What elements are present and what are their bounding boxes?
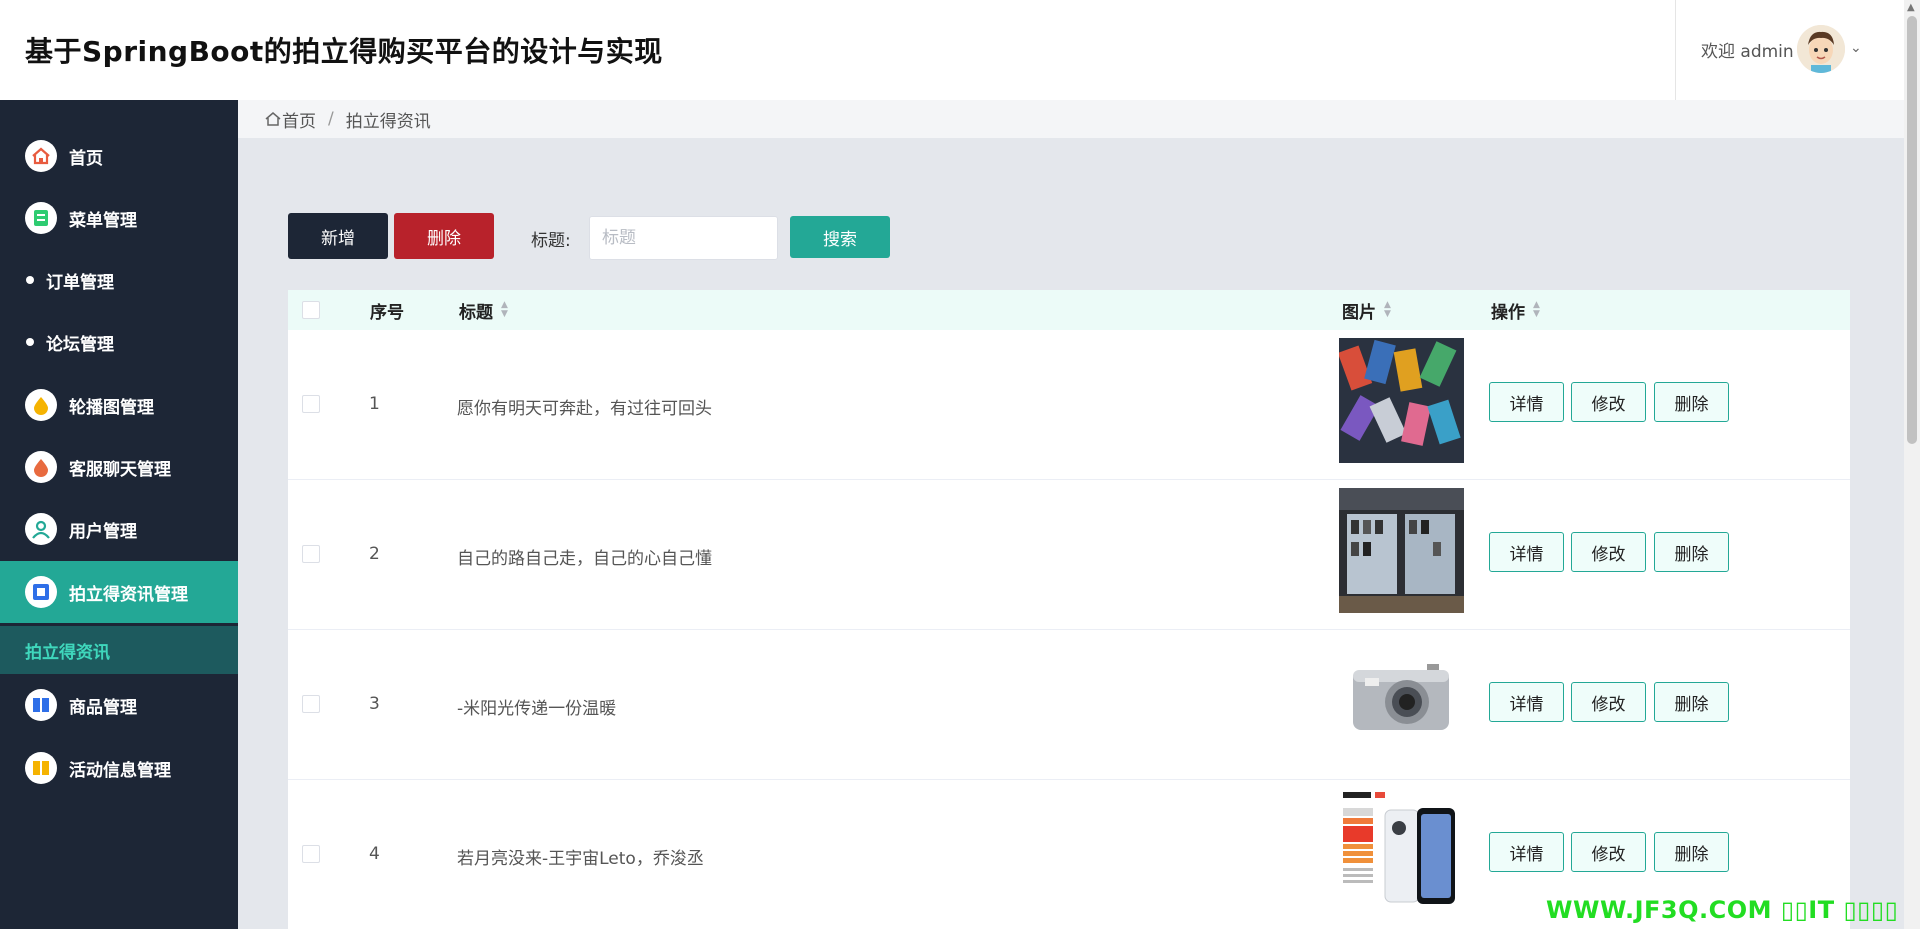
store-display-image	[1339, 488, 1464, 613]
sidebar-item-chat[interactable]: 客服聊天管理	[0, 436, 238, 498]
breadcrumb-home-link[interactable]: 首页	[282, 107, 316, 132]
sidebar-item-forum[interactable]: 论坛管理	[0, 311, 238, 373]
column-label: 图片	[1342, 302, 1376, 323]
silver-camera-image	[1339, 638, 1464, 763]
edit-button[interactable]: 修改	[1571, 382, 1646, 422]
bullet-icon	[26, 338, 34, 346]
sidebar-item-label: 客服聊天管理	[69, 459, 171, 480]
book-icon	[25, 689, 57, 721]
page-scrollbar[interactable]: ▲	[1904, 0, 1920, 929]
column-header-index: 序号	[370, 290, 404, 330]
column-header-actions[interactable]: 操作 ▲ ▼	[1491, 290, 1540, 330]
drop-icon	[25, 451, 57, 483]
sidebar-item-label: 订单管理	[46, 272, 114, 293]
user-icon	[25, 513, 57, 545]
phones-collage-image	[1339, 338, 1464, 463]
iqoo-phone-ad-image	[1339, 788, 1464, 913]
detail-button[interactable]: 详情	[1489, 682, 1564, 722]
sidebar-item-carousel[interactable]: 轮播图管理	[0, 374, 238, 436]
book-icon	[25, 752, 57, 784]
app-title: 基于SpringBoot的拍立得购买平台的设计与实现	[25, 35, 663, 68]
sidebar-item-orders[interactable]: 订单管理	[0, 249, 238, 311]
row-title: 愿你有明天可奔赴，有过往可回头	[457, 399, 712, 419]
sidebar: 首页 菜单管理 订单管理 论坛管理 轮播图管理 客服聊天管理 用户管理 拍立得资…	[0, 100, 238, 929]
search-label: 标题:	[531, 231, 571, 251]
watermark-text: WWW.JF3Q.COM ▯▯IT ▯▯▯▯	[1546, 896, 1899, 924]
row-title: 若月亮没来-王宇宙Leto，乔浚丞	[457, 849, 704, 869]
sidebar-subitem-news[interactable]: 拍立得资讯	[0, 626, 238, 674]
news-icon	[25, 576, 57, 608]
sidebar-item-news[interactable]: 拍立得资讯管理	[0, 561, 238, 623]
row-title: 自己的路自己走，自己的心自己懂	[457, 549, 712, 569]
sidebar-item-label: 论坛管理	[46, 334, 114, 355]
sidebar-item-label: 轮播图管理	[69, 397, 154, 418]
detail-button[interactable]: 详情	[1489, 832, 1564, 872]
table-row: 2 自己的路自己走，自己的心自己懂 详情 修改 删除	[288, 480, 1850, 630]
breadcrumb-current: 拍立得资讯	[345, 111, 431, 132]
chevron-down-icon[interactable]: ⌄	[1850, 40, 1862, 56]
column-label: 操作	[1491, 302, 1525, 323]
sidebar-item-label: 菜单管理	[69, 210, 137, 231]
row-title: -米阳光传递一份温暖	[457, 699, 617, 719]
search-button[interactable]: 搜索	[790, 216, 890, 258]
detail-button[interactable]: 详情	[1489, 382, 1564, 422]
column-header-image[interactable]: 图片 ▲ ▼	[1342, 290, 1391, 330]
row-index: 1	[369, 394, 380, 414]
row-checkbox[interactable]	[302, 545, 320, 563]
edit-button[interactable]: 修改	[1571, 532, 1646, 572]
sidebar-item-menu[interactable]: 菜单管理	[0, 187, 238, 249]
top-header: 基于SpringBoot的拍立得购买平台的设计与实现 欢迎 admin ⌄	[0, 0, 1904, 100]
delete-button[interactable]: 删除	[1654, 832, 1729, 872]
scroll-up-arrow-icon[interactable]: ▲	[1907, 2, 1915, 13]
sort-icon[interactable]: ▲ ▼	[1384, 301, 1391, 319]
home-icon[interactable]	[264, 110, 282, 128]
row-index: 2	[369, 544, 380, 564]
welcome-text: 欢迎 admin	[1701, 42, 1794, 62]
select-all-checkbox[interactable]	[302, 301, 320, 319]
sidebar-item-home[interactable]: 首页	[0, 125, 238, 187]
add-button[interactable]: 新增	[288, 213, 388, 259]
sort-icon[interactable]: ▲ ▼	[1533, 301, 1540, 319]
column-label: 序号	[370, 302, 404, 323]
table-row: 1 愿你有明天可奔赴，有过往可回头 详情 修改 删除	[288, 330, 1850, 480]
avatar[interactable]	[1797, 25, 1845, 73]
delete-button[interactable]: 删除	[1654, 532, 1729, 572]
table-row: 3 -米阳光传递一份温暖 详情 修改 删除	[288, 630, 1850, 780]
home-icon	[25, 140, 57, 172]
bullet-icon	[26, 276, 34, 284]
sort-icon[interactable]: ▲ ▼	[501, 301, 508, 319]
header-divider	[1675, 0, 1676, 100]
breadcrumb: 首页 / 拍立得资讯	[238, 100, 1904, 138]
sidebar-item-products[interactable]: 商品管理	[0, 674, 238, 736]
sidebar-item-label: 首页	[69, 148, 103, 169]
delete-button[interactable]: 删除	[1654, 682, 1729, 722]
column-label: 标题	[459, 302, 493, 323]
row-checkbox[interactable]	[302, 395, 320, 413]
scroll-thumb[interactable]	[1907, 16, 1917, 444]
sidebar-item-activities[interactable]: 活动信息管理	[0, 737, 238, 799]
row-index: 4	[369, 844, 380, 864]
bulk-delete-button[interactable]: 删除	[394, 213, 494, 259]
delete-button[interactable]: 删除	[1654, 382, 1729, 422]
menu-icon	[25, 202, 57, 234]
sidebar-item-label: 活动信息管理	[69, 760, 171, 781]
edit-button[interactable]: 修改	[1571, 832, 1646, 872]
title-search-input[interactable]	[589, 216, 778, 260]
sidebar-item-label: 拍立得资讯管理	[69, 584, 188, 605]
row-checkbox[interactable]	[302, 695, 320, 713]
sidebar-item-label: 商品管理	[69, 697, 137, 718]
news-table: 序号 标题 ▲ ▼ 图片 ▲ ▼ 操作 ▲ ▼ 1 愿你有明天可奔赴，有过往可回头	[288, 290, 1850, 929]
edit-button[interactable]: 修改	[1571, 682, 1646, 722]
row-checkbox[interactable]	[302, 845, 320, 863]
drop-icon	[25, 389, 57, 421]
row-index: 3	[369, 694, 380, 714]
column-header-title[interactable]: 标题 ▲ ▼	[459, 290, 508, 330]
detail-button[interactable]: 详情	[1489, 532, 1564, 572]
table-header: 序号 标题 ▲ ▼ 图片 ▲ ▼ 操作 ▲ ▼	[288, 290, 1850, 330]
breadcrumb-separator: /	[328, 109, 334, 129]
sidebar-item-label: 用户管理	[69, 521, 137, 542]
sidebar-item-users[interactable]: 用户管理	[0, 498, 238, 560]
